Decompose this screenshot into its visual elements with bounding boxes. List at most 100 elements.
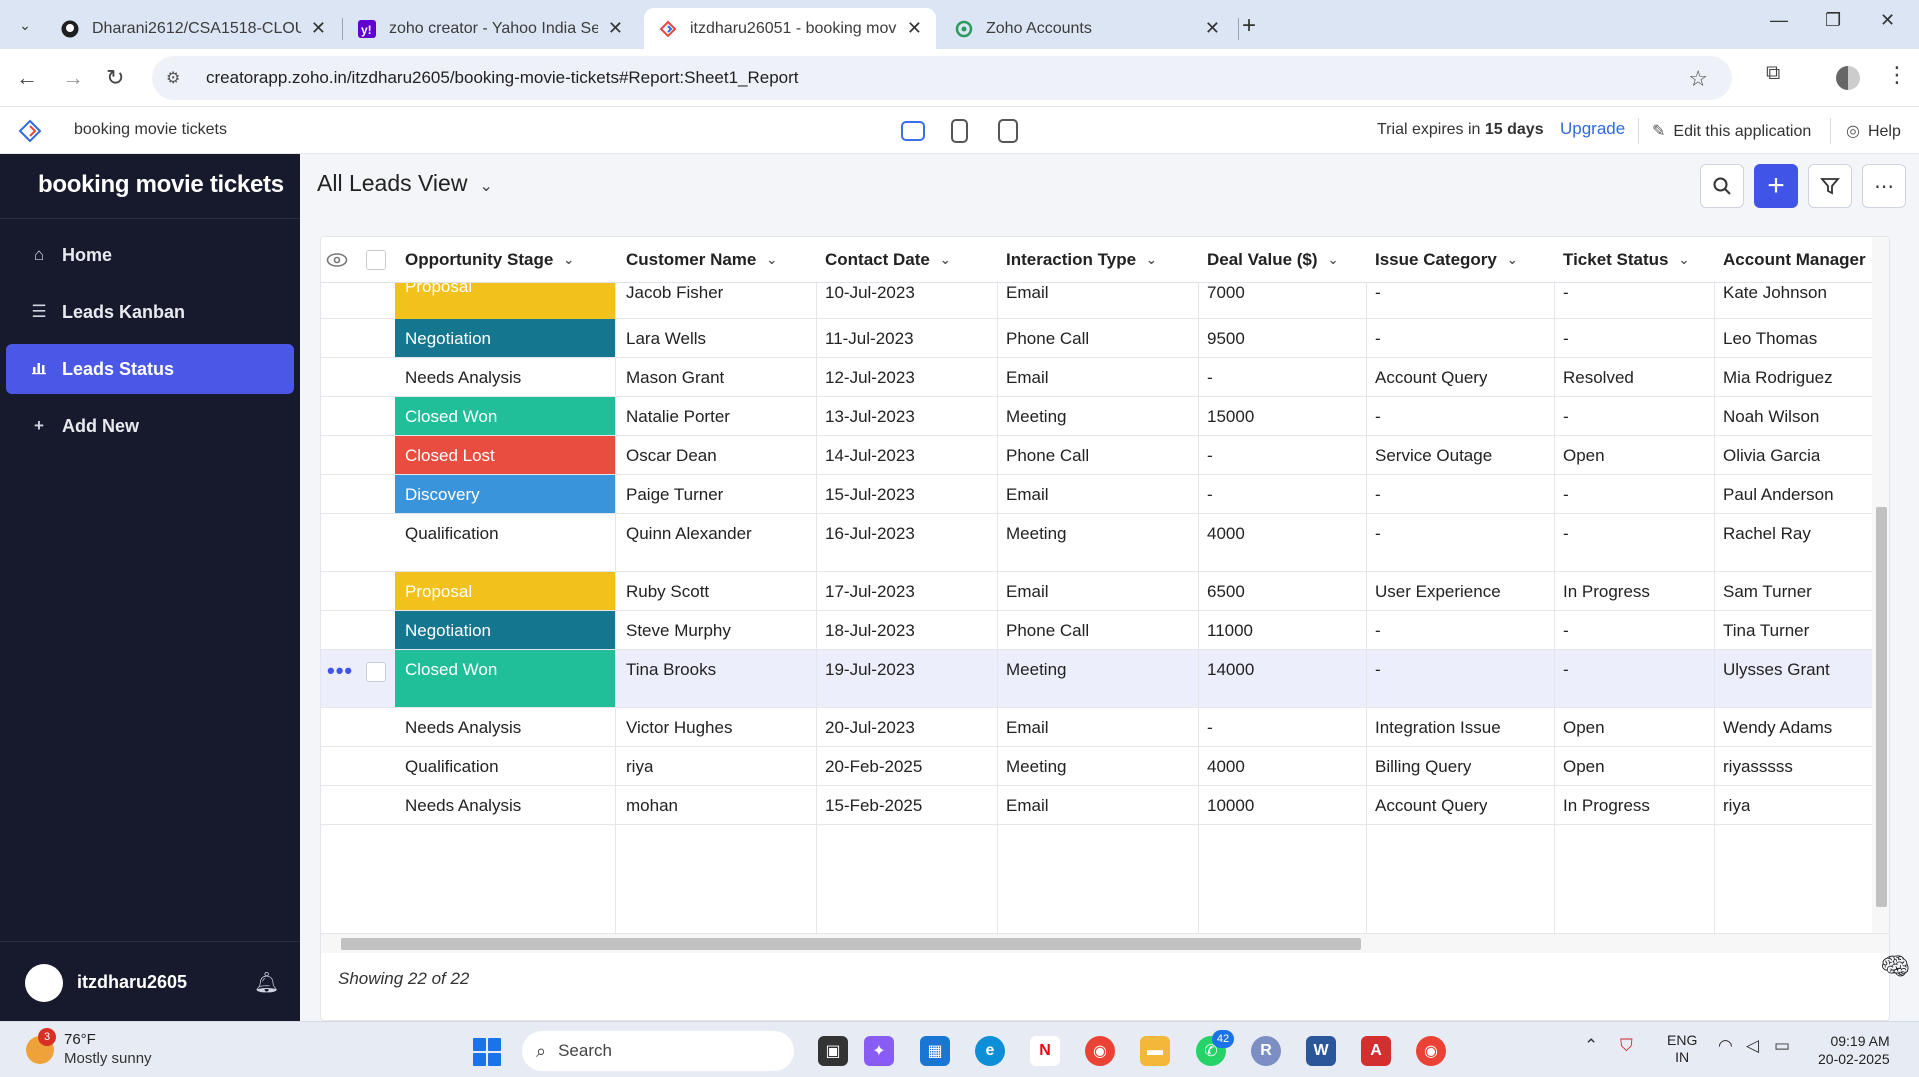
manager-cell: Kate Johnson bbox=[1723, 283, 1827, 302]
assistant-icon[interactable]: 🧠︎ bbox=[1880, 952, 1910, 981]
mobile-view-icon[interactable] bbox=[998, 119, 1018, 143]
user-avatar[interactable] bbox=[25, 964, 63, 1002]
back-icon[interactable]: ← bbox=[16, 65, 38, 91]
tab-search-button[interactable]: ⌄ bbox=[11, 11, 39, 39]
search-button[interactable] bbox=[1700, 164, 1744, 208]
file-explorer-icon[interactable]: ▬ bbox=[1140, 1036, 1170, 1066]
reload-icon[interactable]: ↻ bbox=[106, 65, 124, 91]
horizontal-scrollbar[interactable] bbox=[321, 933, 1889, 953]
row-actions-icon[interactable]: ••• bbox=[327, 658, 353, 684]
more-options-button[interactable]: ⋯ bbox=[1862, 164, 1906, 208]
bell-icon[interactable]: 🔔︎ bbox=[254, 970, 279, 995]
column-header-contact-date[interactable]: Contact Date ⌄ bbox=[825, 237, 951, 283]
table-row[interactable]: Discovery Paige Turner 15-Jul-2023 Email - - -… bbox=[321, 475, 1872, 514]
url-omnibox[interactable]: ⚙ creatorapp.zoho.in/itzdharu2605/bookin… bbox=[152, 56, 1732, 100]
volume-icon[interactable]: ◁ bbox=[1746, 1036, 1759, 1056]
opportunity-stage-cell: Qualification bbox=[405, 524, 499, 543]
wifi-icon[interactable]: ◠ bbox=[1718, 1036, 1733, 1056]
word-icon[interactable]: W bbox=[1306, 1036, 1336, 1066]
close-icon[interactable]: ✕ bbox=[608, 18, 623, 39]
zoho-creator-logo-icon[interactable] bbox=[18, 119, 42, 143]
table-row[interactable]: Proposal Ruby Scott 17-Jul-2023 Email 6500 Us… bbox=[321, 572, 1872, 611]
chevron-down-icon: ⌄ bbox=[563, 252, 575, 267]
r-app-icon[interactable]: R bbox=[1251, 1036, 1281, 1066]
forward-icon[interactable]: → bbox=[62, 65, 84, 91]
extensions-icon[interactable]: ⧉ bbox=[1766, 62, 1780, 85]
issue-cell: - bbox=[1375, 660, 1381, 679]
chrome-icon[interactable]: ◉ bbox=[1085, 1036, 1115, 1066]
column-header-deal-value[interactable]: Deal Value ($) ⌄ bbox=[1207, 237, 1338, 283]
column-header-issue-category[interactable]: Issue Category ⌄ bbox=[1375, 237, 1518, 283]
taskbar-search[interactable]: ⌕ Search bbox=[522, 1031, 794, 1071]
column-label: Opportunity Stage bbox=[405, 250, 554, 269]
view-selector[interactable]: All Leads View ⌄ bbox=[317, 170, 493, 197]
browser-tab-yahoo[interactable]: y! zoho creator - Yahoo India Sear ✕ bbox=[343, 8, 637, 49]
upgrade-link[interactable]: Upgrade bbox=[1560, 119, 1625, 139]
site-info-icon[interactable]: ⚙ bbox=[166, 68, 188, 88]
filter-button[interactable] bbox=[1808, 164, 1852, 208]
edge-icon[interactable]: e bbox=[975, 1036, 1005, 1066]
table-row[interactable]: Qualification Quinn Alexander 16-Jul-2023 M… bbox=[321, 514, 1872, 572]
browser-tab-zoho-accounts[interactable]: Zoho Accounts ✕ bbox=[940, 8, 1234, 49]
window-close-icon[interactable]: ✕ bbox=[1880, 10, 1895, 31]
sidebar-item-leads-status[interactable]: Leads Status bbox=[6, 344, 294, 394]
table-row[interactable]: Needs Analysis mohan 15-Feb-2025 Email 10000… bbox=[321, 786, 1872, 825]
clock-date: 20-02-2025 bbox=[1818, 1051, 1890, 1067]
select-all-checkbox[interactable] bbox=[366, 250, 386, 270]
close-icon[interactable]: ✕ bbox=[311, 18, 326, 39]
table-row[interactable]: Closed Lost Oscar Dean 14-Jul-2023 Phone Ca… bbox=[321, 436, 1872, 475]
chrome-profile-icon[interactable]: ◉ bbox=[1416, 1036, 1446, 1066]
table-row[interactable]: Needs Analysis Victor Hughes 20-Jul-2023 Em… bbox=[321, 708, 1872, 747]
date-cell: 20-Jul-2023 bbox=[825, 718, 915, 737]
store-icon[interactable]: ▦ bbox=[920, 1036, 950, 1066]
clock-time: 09:19 AM bbox=[1830, 1033, 1890, 1049]
manager-cell: Paul Anderson bbox=[1723, 485, 1834, 504]
opportunity-stage-cell: Proposal bbox=[395, 283, 615, 319]
table-row[interactable]: Qualification riya 20-Feb-2025 Meeting 4000 B… bbox=[321, 747, 1872, 786]
battery-icon[interactable]: ▭ bbox=[1774, 1036, 1790, 1056]
column-header-customer-name[interactable]: Customer Name ⌄ bbox=[626, 237, 777, 283]
language-indicator[interactable]: ENG IN bbox=[1667, 1032, 1697, 1066]
column-header-interaction-type[interactable]: Interaction Type ⌄ bbox=[1006, 237, 1157, 283]
acrobat-icon[interactable]: A bbox=[1361, 1036, 1391, 1066]
table-row[interactable]: Closed Won Natalie Porter 13-Jul-2023 Meeti… bbox=[321, 397, 1872, 436]
browser-tab-github[interactable]: Dharani2612/CSA1518-CLOUD- ✕ bbox=[46, 8, 340, 49]
netflix-icon[interactable]: N bbox=[1030, 1036, 1060, 1066]
copilot-icon[interactable]: ✦ bbox=[864, 1036, 894, 1066]
system-clock[interactable]: 09:19 AM 20-02-2025 bbox=[1818, 1032, 1890, 1068]
close-icon[interactable]: ✕ bbox=[907, 18, 922, 39]
column-header-account-manager[interactable]: Account Manager⌄ bbox=[1723, 237, 1887, 283]
column-header-opportunity-stage[interactable]: Opportunity Stage ⌄ bbox=[405, 237, 574, 283]
sidebar-item-leads-kanban[interactable]: ☰ Leads Kanban bbox=[6, 287, 294, 337]
table-row[interactable]: Needs Analysis Mason Grant 12-Jul-2023 Emai… bbox=[321, 358, 1872, 397]
deal-cell: 10000 bbox=[1207, 796, 1255, 815]
table-row[interactable]: Proposal Jacob Fisher 10-Jul-2023 Email 7000… bbox=[321, 283, 1872, 319]
bookmark-star-icon[interactable]: ☆ bbox=[1688, 66, 1708, 92]
tablet-view-icon[interactable] bbox=[951, 119, 968, 143]
new-tab-button[interactable]: + bbox=[1242, 12, 1256, 40]
desktop-view-icon[interactable] bbox=[901, 121, 925, 141]
eye-icon[interactable] bbox=[326, 237, 348, 283]
sidebar-item-home[interactable]: ⌂ Home bbox=[6, 230, 294, 280]
vertical-scrollbar[interactable] bbox=[1872, 237, 1889, 933]
table-row[interactable]: ••• Closed Won Tina Brooks 19-Jul-2023 Meeti… bbox=[321, 650, 1872, 708]
minimize-icon[interactable]: — bbox=[1770, 10, 1788, 31]
mcafee-icon[interactable]: ⛉ bbox=[1620, 1036, 1633, 1056]
browser-tab-active[interactable]: itzdharu26051 - booking movie ✕ bbox=[644, 8, 936, 49]
task-view-icon[interactable]: ▣ bbox=[818, 1036, 848, 1066]
browser-menu-icon[interactable]: ⋮ bbox=[1886, 62, 1908, 88]
column-header-ticket-status[interactable]: Ticket Status ⌄ bbox=[1563, 237, 1689, 283]
chevron-up-icon[interactable]: ⌃ bbox=[1584, 1036, 1598, 1056]
table-row[interactable]: Negotiation Lara Wells 11-Jul-2023 Phone Ca… bbox=[321, 319, 1872, 358]
sidebar-app-title: booking movie tickets bbox=[38, 171, 284, 198]
sidebar-item-add-new[interactable]: + Add New bbox=[6, 401, 294, 451]
help-button[interactable]: ◎ Help bbox=[1846, 121, 1901, 141]
add-record-button[interactable]: + bbox=[1754, 164, 1798, 208]
restore-icon[interactable]: ❐ bbox=[1825, 10, 1841, 31]
profile-avatar[interactable] bbox=[1836, 66, 1860, 90]
windows-start-icon[interactable] bbox=[473, 1038, 501, 1066]
row-checkbox[interactable] bbox=[366, 662, 386, 682]
edit-application-button[interactable]: ✎ Edit this application bbox=[1652, 121, 1811, 141]
table-row[interactable]: Negotiation Steve Murphy 18-Jul-2023 Phone … bbox=[321, 611, 1872, 650]
close-icon[interactable]: ✕ bbox=[1205, 18, 1220, 39]
